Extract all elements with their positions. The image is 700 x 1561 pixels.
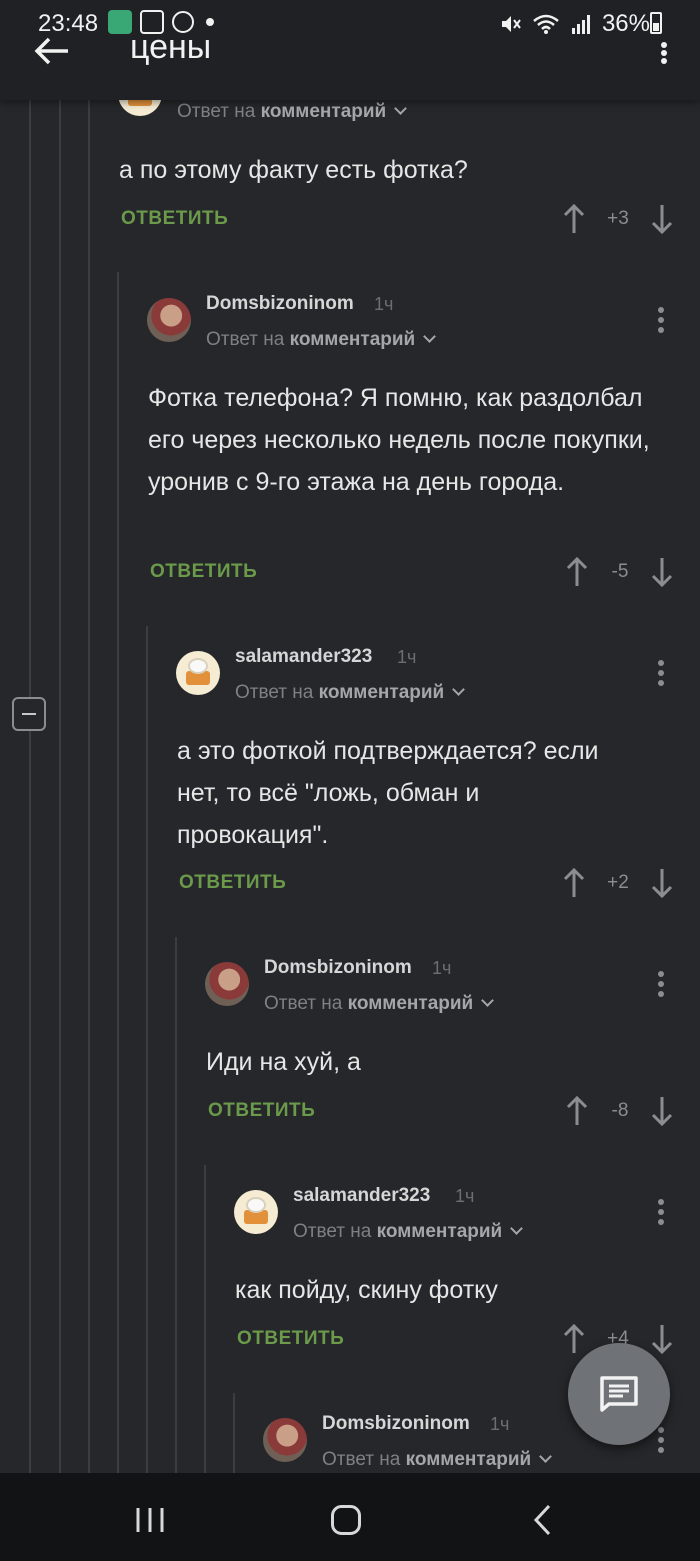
reply-to[interactable]: Ответ на комментарий — [235, 682, 466, 704]
status-system-icons: 36% — [500, 10, 650, 38]
comment-text: а по этому факту есть фотка? — [119, 156, 468, 184]
arrow-down-icon[interactable] — [650, 868, 674, 898]
battery-icon — [650, 12, 662, 34]
username[interactable]: Domsbizoninom — [322, 1413, 470, 1435]
app-header: 23:48 36% цены — [0, 0, 700, 100]
home-icon[interactable] — [330, 1504, 362, 1536]
avatar[interactable] — [234, 1190, 278, 1234]
comment-time: 1ч — [490, 1414, 510, 1434]
username[interactable]: salamander323 — [293, 1185, 430, 1207]
reply-to-prefix: Ответ на — [322, 1449, 401, 1470]
reply-button[interactable]: ОТВЕТИТЬ — [179, 872, 286, 894]
more-options-icon[interactable] — [658, 307, 664, 333]
reply-to-link[interactable]: комментарий — [348, 993, 474, 1014]
mute-icon — [501, 16, 521, 32]
reply-to-prefix: Ответ на — [206, 329, 285, 350]
comment-time: 1ч — [432, 958, 452, 978]
chevron-down-icon — [423, 330, 437, 343]
comment-text: Фотка телефона? Я помню, как раздолбал е… — [148, 384, 650, 496]
avatar[interactable] — [147, 298, 191, 342]
chevron-down-icon — [481, 994, 495, 1007]
reply-to-prefix: Ответ на — [293, 1221, 372, 1242]
comment-time: 1ч — [374, 294, 394, 314]
avatar[interactable] — [205, 962, 249, 1006]
arrow-down-icon[interactable] — [650, 1096, 674, 1126]
wifi-icon — [533, 14, 559, 34]
back-arrow-icon[interactable] — [34, 36, 70, 66]
reply-to-link[interactable]: комментарий — [319, 682, 445, 703]
overflow-menu-icon[interactable] — [660, 42, 668, 64]
comment-time: 1ч — [397, 647, 417, 667]
more-notifications-dot-icon — [206, 18, 214, 26]
reply-button[interactable]: ОТВЕТИТЬ — [237, 1328, 344, 1350]
chevron-down-icon — [510, 1222, 524, 1235]
reply-button[interactable]: ОТВЕТИТЬ — [208, 1100, 315, 1122]
arrow-up-icon[interactable] — [562, 868, 586, 898]
reply-button[interactable]: ОТВЕТИТЬ — [121, 208, 228, 230]
reply-to-link[interactable]: комментарий — [261, 101, 387, 122]
score: -8 — [611, 1100, 629, 1121]
score: +3 — [607, 208, 629, 229]
back-nav-icon[interactable] — [532, 1504, 552, 1536]
chevron-down-icon — [452, 683, 466, 696]
comment-text: а это фоткой подтверждается? если нет, т… — [177, 737, 599, 849]
reply-to-link[interactable]: комментарий — [290, 329, 416, 350]
reply-to-link[interactable]: комментарий — [377, 1221, 503, 1242]
thread-line — [117, 272, 119, 1473]
reply-to[interactable]: Ответ на комментарий — [293, 1221, 524, 1243]
arrow-up-icon[interactable] — [565, 557, 589, 587]
arrow-up-icon[interactable] — [562, 204, 586, 234]
more-options-icon[interactable] — [658, 971, 664, 997]
comment-time: 1ч — [455, 1186, 475, 1206]
system-navigation-bar — [0, 1473, 700, 1561]
arrow-down-icon[interactable] — [650, 204, 674, 234]
message-icon — [600, 1376, 638, 1412]
page-title: цены — [130, 28, 212, 66]
comment-fab-button[interactable] — [568, 1343, 670, 1445]
arrow-down-icon[interactable] — [650, 1324, 674, 1354]
reply-to[interactable]: Ответ на комментарий — [322, 1449, 553, 1471]
chevron-down-icon — [539, 1450, 553, 1463]
signal-icon — [571, 15, 590, 34]
more-options-icon[interactable] — [658, 1427, 664, 1453]
reply-button[interactable]: ОТВЕТИТЬ — [150, 561, 257, 583]
app-notification-icon — [108, 10, 132, 34]
screen: Ответ на комментарий а по этому факту ес… — [0, 0, 700, 1561]
reply-to-prefix: Ответ на — [177, 101, 256, 122]
reply-to[interactable]: Ответ на комментарий — [177, 101, 408, 123]
more-options-icon[interactable] — [658, 1199, 664, 1225]
thread-line — [146, 626, 148, 1473]
comment-text: как пойду, скину фотку — [235, 1276, 498, 1304]
thread-line — [204, 1165, 206, 1473]
username[interactable]: Domsbizoninom — [264, 957, 412, 979]
battery-percent: 36% — [601, 10, 650, 37]
username[interactable]: salamander323 — [235, 646, 372, 668]
thread-line — [59, 100, 61, 1473]
username[interactable]: Domsbizoninom — [206, 293, 354, 315]
arrow-up-icon[interactable] — [562, 1324, 586, 1354]
recent-apps-icon[interactable] — [134, 1506, 166, 1534]
avatar[interactable] — [176, 651, 220, 695]
arrow-down-icon[interactable] — [650, 557, 674, 587]
reply-to-prefix: Ответ на — [235, 682, 314, 703]
comment-text: Иди на хуй, а — [206, 1048, 361, 1076]
reply-to-link[interactable]: комментарий — [406, 1449, 532, 1470]
reply-to[interactable]: Ответ на комментарий — [264, 993, 495, 1015]
avatar[interactable] — [263, 1418, 307, 1462]
thread-line — [88, 100, 90, 1473]
thread-line — [29, 100, 31, 697]
thread-line — [175, 937, 177, 1473]
collapse-thread-button[interactable] — [12, 697, 46, 731]
reply-to[interactable]: Ответ на комментарий — [206, 329, 437, 351]
status-time: 23:48 — [38, 10, 99, 37]
more-options-icon[interactable] — [658, 660, 664, 686]
thread-line — [29, 731, 31, 1473]
reply-to-prefix: Ответ на — [264, 993, 343, 1014]
score: -5 — [611, 561, 629, 582]
thread-line — [233, 1393, 235, 1473]
chevron-down-icon — [394, 102, 408, 115]
arrow-up-icon[interactable] — [565, 1096, 589, 1126]
score: +2 — [607, 872, 629, 893]
